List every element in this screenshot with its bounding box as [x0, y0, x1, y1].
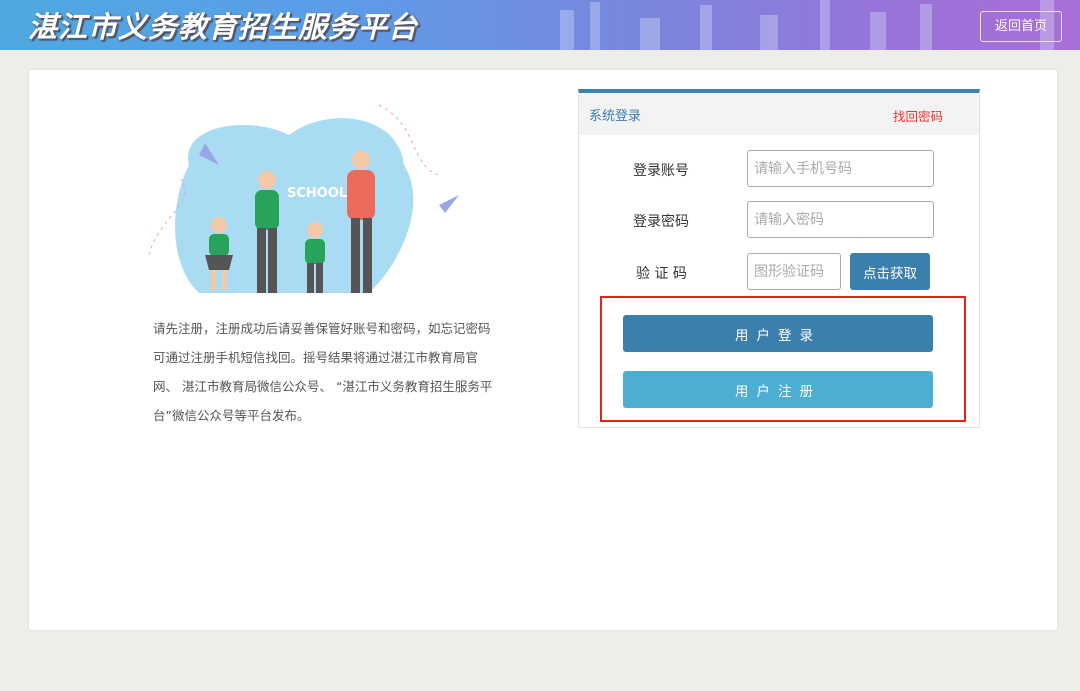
account-label: 登录账号 [633, 163, 689, 179]
user-login-button[interactable]: 用户登录 [623, 315, 933, 352]
account-row: 登录账号 [579, 150, 979, 188]
captcha-label: 验 证 码 [636, 266, 687, 282]
password-row: 登录密码 [579, 201, 979, 239]
password-input[interactable] [747, 201, 934, 238]
site-title: 湛江市义务教育招生服务平台 [28, 10, 419, 44]
password-label: 登录密码 [633, 214, 689, 230]
captcha-row: 验 证 码 点击获取 [579, 253, 979, 291]
header-banner: 湛江市义务教育招生服务平台 返回首页 [0, 0, 1080, 50]
registration-notice: 请先注册，注册成功后请妥善保管好账号和密码，如忘记密码可通过注册手机短信找回。摇… [153, 321, 493, 423]
get-captcha-button[interactable]: 点击获取 [850, 253, 930, 290]
return-home-button[interactable]: 返回首页 [980, 11, 1062, 42]
captcha-input[interactable] [747, 253, 841, 290]
login-panel-title: 系统登录 [589, 109, 642, 124]
login-panel: 系统登录 找回密码 登录账号 登录密码 验 证 码 点击获取 用户登录 用户注册 [578, 89, 980, 428]
main-card: SCHOOL 请先注册，注册成功后请妥善保管好账号和密码，如忘记密码可通过注册手… [29, 70, 1057, 630]
login-panel-header: 系统登录 找回密码 [579, 93, 979, 135]
forgot-password-link[interactable]: 找回密码 [893, 106, 943, 125]
user-register-button[interactable]: 用户注册 [623, 371, 933, 408]
family-school-illustration: SCHOOL [148, 104, 459, 293]
school-sign-text: SCHOOL [287, 186, 347, 201]
account-input[interactable] [747, 150, 934, 187]
